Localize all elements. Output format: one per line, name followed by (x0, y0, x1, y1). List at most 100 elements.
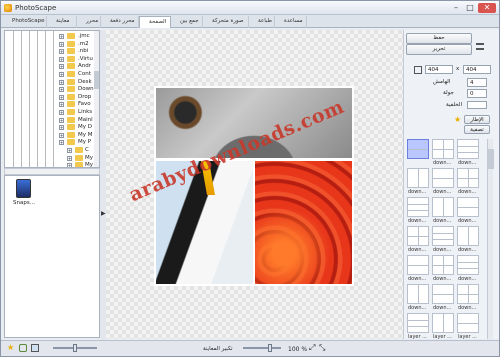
height-field[interactable]: 404 (463, 65, 491, 74)
tab-viewer[interactable]: معاينة (47, 16, 77, 28)
phone-thumbnail[interactable] (16, 179, 31, 198)
template-caption: down... (458, 218, 477, 224)
layout-template[interactable] (432, 313, 454, 333)
save-button[interactable]: حفظ (406, 33, 472, 44)
width-field[interactable]: 404 (425, 65, 453, 74)
layout-template[interactable] (432, 197, 454, 217)
expand-icon[interactable]: + (59, 64, 64, 70)
tree-horizontal-scrollbar[interactable] (4, 168, 100, 175)
layout-template[interactable] (457, 168, 479, 188)
expand-icon[interactable]: + (59, 110, 64, 115)
expand-icon[interactable]: + (59, 79, 64, 85)
tree-scrollbar[interactable] (94, 31, 99, 167)
refresh-icon[interactable] (19, 344, 27, 352)
expand-icon[interactable]: + (59, 49, 64, 55)
star-icon[interactable]: ★ (454, 116, 462, 124)
tab-print[interactable]: طباعة (249, 16, 275, 28)
expand-icon[interactable]: + (59, 140, 64, 146)
template-divider (408, 209, 428, 211)
gif-icon (204, 18, 211, 25)
layout-template[interactable] (407, 139, 429, 159)
expand-icon[interactable]: + (59, 125, 64, 131)
layout-template[interactable] (407, 284, 429, 304)
preview-zoom-label: تكبير المعاينة (203, 346, 233, 352)
template-scrollbar-thumb[interactable] (488, 149, 494, 169)
layout-template[interactable] (432, 226, 454, 246)
expand-icon[interactable]: + (59, 102, 64, 108)
expand-icon[interactable]: + (59, 117, 64, 123)
tab-photoscape[interactable]: PhotoScape (3, 16, 47, 28)
layout-template[interactable] (457, 255, 479, 275)
folder-tree[interactable]: + .jmc + .m2 + .nbi + .Virtu + Andr + Cont + Desk + Dow… (4, 30, 100, 168)
expand-icon[interactable]: + (59, 34, 64, 39)
expand-icon[interactable]: + (59, 41, 64, 47)
preview-zoom-track[interactable] (243, 347, 281, 349)
layout-template[interactable] (432, 168, 454, 188)
tab-combine[interactable]: جمع بين (171, 16, 203, 28)
folder-icon (67, 116, 75, 123)
round-field[interactable]: 0 (467, 89, 487, 98)
menu-icon[interactable] (476, 43, 484, 50)
template-scrollbar[interactable] (487, 139, 494, 339)
layout-template[interactable] (457, 284, 479, 304)
tab-help[interactable]: مساعدة (275, 16, 307, 28)
expand-icon[interactable]: + (59, 132, 64, 138)
tab-animated-gif[interactable]: صورة متحركة (203, 16, 249, 28)
expand-icon[interactable]: + (67, 155, 72, 161)
favorite-star-icon[interactable]: ★ (7, 344, 15, 352)
layout-template[interactable] (432, 284, 454, 304)
photoscape-icon (4, 18, 11, 25)
tree-scrollbar-thumb[interactable] (94, 71, 99, 89)
margin-field[interactable]: 4 (467, 78, 487, 87)
template-divider (458, 151, 478, 153)
layout-template-grid: down... down... down... down... down... down.… (407, 139, 485, 339)
background-color-picker[interactable] (467, 101, 487, 109)
folder-icon (67, 93, 75, 100)
collapse-arrow-icon[interactable]: ▶ (101, 210, 106, 217)
gallery-icon[interactable] (31, 344, 39, 352)
template-divider (458, 207, 478, 208)
window-title: PhotoScape (15, 4, 57, 12)
expand-icon[interactable]: + (59, 94, 64, 100)
maximize-button[interactable]: □ (464, 3, 476, 13)
filter-button[interactable]: تصفية (464, 125, 490, 134)
tab-batch-editor[interactable]: محرر دفعة (101, 16, 139, 28)
tree-item[interactable]: + My V (5, 161, 99, 167)
template-caption: down... (433, 160, 452, 166)
actual-size-icon[interactable]: ⤡ (319, 344, 327, 352)
layout-template[interactable] (407, 313, 429, 333)
tab-page[interactable]: الصفحة (139, 16, 171, 28)
viewer-icon (48, 18, 55, 25)
layout-template[interactable] (457, 197, 479, 217)
expand-icon[interactable]: + (59, 56, 64, 62)
layout-template[interactable] (432, 139, 454, 159)
app-icon (4, 4, 12, 12)
background-label: الخلفية (446, 102, 462, 108)
layout-template[interactable] (407, 226, 429, 246)
expand-icon[interactable]: + (59, 72, 64, 77)
layout-template[interactable] (407, 255, 429, 275)
photoscape-window: PhotoScape – □ ✕ PhotoScape معاينة محرر … (0, 0, 500, 357)
preview-zoom-slider[interactable] (268, 344, 273, 352)
collage-cell-bottom-right[interactable] (255, 161, 352, 284)
frame-button[interactable]: الإطار (464, 115, 490, 124)
edit-button[interactable]: تحرير (406, 44, 472, 55)
tab-editor[interactable]: محرر (77, 16, 101, 28)
layout-template[interactable] (407, 197, 429, 217)
template-caption: down... (433, 218, 452, 224)
template-divider (433, 232, 453, 234)
template-caption: down... (408, 305, 427, 311)
expand-icon[interactable]: + (59, 87, 64, 93)
template-divider (458, 323, 478, 324)
expand-icon[interactable]: + (67, 148, 72, 153)
layout-template[interactable] (432, 255, 454, 275)
left-zoom-slider[interactable] (73, 344, 77, 352)
zoom-readout: 100 % (288, 346, 308, 353)
close-button[interactable]: ✕ (478, 3, 496, 13)
layout-template[interactable] (407, 168, 429, 188)
layout-template[interactable] (457, 139, 479, 159)
minimize-button[interactable]: – (450, 3, 462, 13)
layout-template[interactable] (457, 313, 479, 333)
layout-template[interactable] (457, 226, 479, 246)
fit-icon[interactable]: ⤢ (309, 344, 317, 352)
